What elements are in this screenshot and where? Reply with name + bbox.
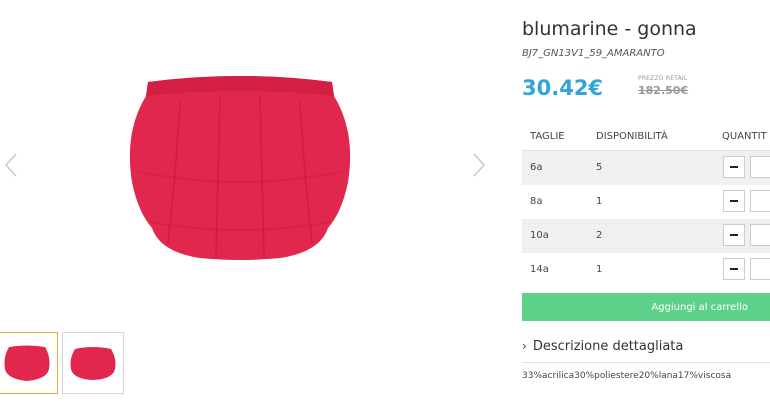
quantity-input[interactable] — [750, 156, 770, 178]
header-sizes: TAGLIE — [530, 131, 565, 142]
retail-price: 182.50€ — [638, 84, 689, 97]
product-gallery — [0, 0, 500, 410]
description-toggle[interactable]: › Descrizione dettagliata — [522, 339, 683, 354]
quantity-decrement-button[interactable] — [723, 190, 745, 212]
product-price: 30.42€ — [522, 76, 604, 100]
quantity-input[interactable] — [750, 224, 770, 246]
chevron-left-icon — [4, 153, 17, 177]
product-composition: 33%acrilica30%poliestere20%lana17%viscos… — [522, 371, 732, 381]
skirt-thumbnail-image — [70, 347, 116, 380]
quantity-input[interactable] — [750, 258, 770, 280]
product-title: blumarine - gonna — [522, 18, 697, 40]
sizes-table: TAGLIE DISPONIBILITÀ QUANTIT 6a 5 8a 1 1… — [522, 128, 770, 287]
skirt-thumbnail-image — [4, 345, 50, 381]
divider — [522, 362, 770, 363]
thumbnail-front[interactable] — [0, 332, 58, 394]
size-cell: 8a — [530, 196, 543, 207]
previous-image-arrow[interactable] — [2, 150, 22, 180]
product-sku: BJ7_GN13V1_59_AMARANTO — [522, 48, 665, 59]
thumbnail-back[interactable] — [62, 332, 124, 394]
retail-price-label: PREZZO RETAIL — [638, 75, 688, 82]
quantity-input[interactable] — [750, 190, 770, 212]
product-info-panel: blumarine - gonna BJ7_GN13V1_59_AMARANTO… — [522, 0, 770, 410]
size-cell: 14a — [530, 264, 549, 275]
sizes-table-header: TAGLIE DISPONIBILITÀ QUANTIT — [522, 128, 770, 151]
description-toggle-label: Descrizione dettagliata — [532, 339, 684, 354]
chevron-right-icon — [473, 153, 486, 177]
table-row: 14a 1 — [522, 253, 770, 287]
add-to-cart-button[interactable]: Aggiungi al carrello — [522, 293, 770, 321]
size-cell: 6a — [530, 162, 543, 173]
product-main-image — [129, 76, 351, 260]
availability-cell: 5 — [596, 162, 603, 173]
quantity-decrement-button[interactable] — [723, 156, 745, 178]
header-quantity: QUANTIT — [722, 131, 767, 142]
availability-cell: 1 — [596, 196, 603, 207]
quantity-decrement-button[interactable] — [723, 224, 745, 246]
header-availability: DISPONIBILITÀ — [596, 131, 668, 142]
next-image-arrow[interactable] — [468, 150, 488, 180]
table-row: 10a 2 — [522, 219, 770, 253]
table-row: 8a 1 — [522, 185, 770, 219]
quantity-decrement-button[interactable] — [723, 258, 745, 280]
availability-cell: 2 — [596, 230, 603, 241]
table-row: 6a 5 — [522, 151, 770, 185]
size-cell: 10a — [530, 230, 549, 241]
chevron-right-icon: › — [522, 339, 527, 353]
availability-cell: 1 — [596, 264, 603, 275]
